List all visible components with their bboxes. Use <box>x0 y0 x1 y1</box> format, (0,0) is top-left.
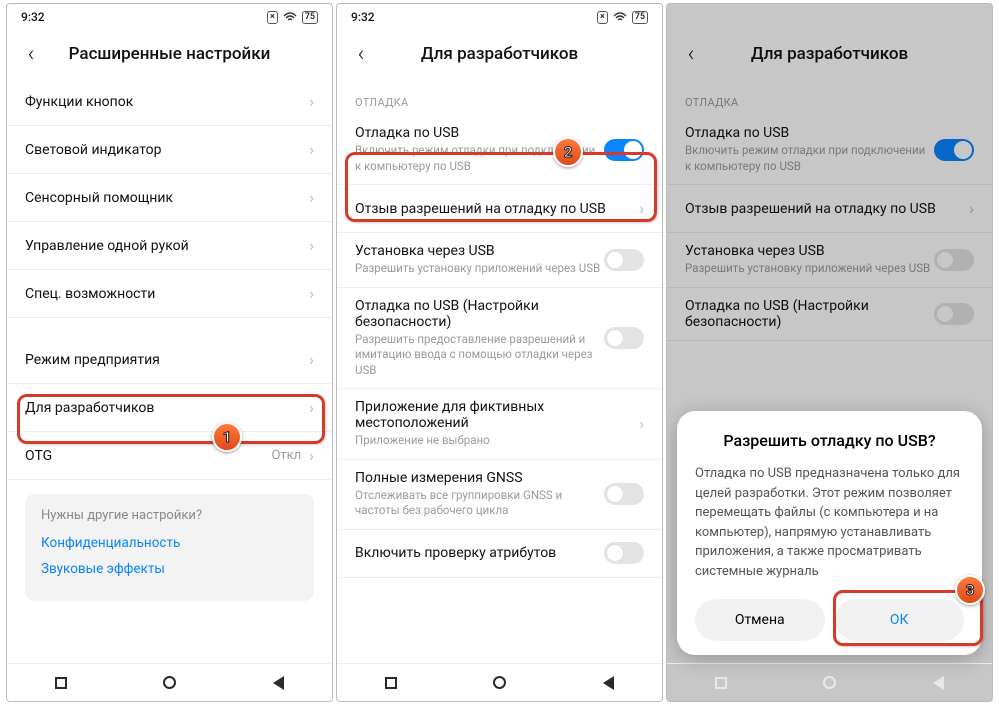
content: ОТЛАДКА Отладка по USBВключить режим отл… <box>337 78 662 663</box>
chevron-right-icon: › <box>309 446 314 465</box>
status-right: × 75 <box>267 11 318 24</box>
home-icon[interactable] <box>163 676 176 689</box>
toggle-usb-debug[interactable] <box>934 139 974 161</box>
row-onehand[interactable]: Управление одной рукой› <box>7 222 332 270</box>
back-nav-icon[interactable] <box>933 676 944 690</box>
wifi-icon <box>613 12 627 22</box>
nav-bar <box>667 663 992 701</box>
section-debug: ОТЛАДКА <box>667 78 992 115</box>
title-bar: ‹ Расширенные настройки <box>7 30 332 78</box>
phone-2: 9:32 × 75 ‹ Для разработчиков ОТЛАДКА От… <box>336 3 663 702</box>
toggle-install-usb[interactable] <box>604 249 644 271</box>
recent-icon[interactable] <box>55 677 67 689</box>
status-bar: 9:32 × 75 <box>667 4 992 30</box>
nav-bar <box>337 663 662 701</box>
toggle-gnss[interactable] <box>604 483 644 505</box>
row-gnss[interactable]: Полные измерения GNSSОтслеживать все гру… <box>337 460 662 530</box>
battery-pill: 75 <box>962 11 978 24</box>
row-touch-assist[interactable]: Сенсорный помощник› <box>7 174 332 222</box>
phone-3: 9:32 × 75 ‹ Для разработчиков ОТЛАДКА От… <box>666 3 993 702</box>
row-otg[interactable]: OTGОткл› <box>7 432 332 480</box>
chevron-right-icon: › <box>309 236 314 255</box>
chevron-right-icon: › <box>969 199 974 218</box>
toggle-usb-security[interactable] <box>604 327 644 349</box>
home-icon[interactable] <box>493 676 506 689</box>
battery-pill: 75 <box>632 11 648 24</box>
section-debug: ОТЛАДКА <box>337 78 662 115</box>
dialog-title: Разрешить отладку по USB? <box>695 431 964 450</box>
row-attrib-check[interactable]: Включить проверку атрибутов <box>337 530 662 578</box>
back-nav-icon[interactable] <box>603 676 614 690</box>
recent-icon[interactable] <box>385 677 397 689</box>
link-privacy[interactable]: Конфиденциальность <box>41 535 298 551</box>
chevron-right-icon: › <box>309 92 314 111</box>
row-developer-options[interactable]: Для разработчиков› <box>7 384 332 432</box>
content: Функции кнопок› Световой индикатор› Сенс… <box>7 78 332 663</box>
row-enterprise[interactable]: Режим предприятия› <box>7 336 332 384</box>
row-mock-location[interactable]: Приложение для фиктивных местоположенийП… <box>337 389 662 460</box>
status-time: 9:32 <box>351 10 375 24</box>
chevron-right-icon: › <box>639 199 644 218</box>
recent-icon[interactable] <box>715 677 727 689</box>
chevron-right-icon: › <box>309 188 314 207</box>
toggle-usb-security[interactable] <box>934 303 974 325</box>
chevron-right-icon: › <box>639 414 644 433</box>
x-icon: × <box>597 11 608 24</box>
row-led[interactable]: Световой индикатор› <box>7 126 332 174</box>
wifi-icon <box>943 12 957 22</box>
battery-pill: 75 <box>302 11 318 24</box>
usb-debug-dialog: Разрешить отладку по USB? Отладка по USB… <box>677 411 982 655</box>
wifi-icon <box>283 12 297 22</box>
phone-1: 9:32 × 75 ‹ Расширенные настройки Функци… <box>6 3 333 702</box>
back-nav-icon[interactable] <box>273 676 284 690</box>
page-title: Для разработчиков <box>677 44 982 64</box>
row-usb-debug[interactable]: Отладка по USBВключить режим отладки при… <box>337 115 662 185</box>
status-right: × 75 <box>927 11 978 24</box>
status-time: 9:32 <box>21 10 45 24</box>
row-revoke-usb[interactable]: Отзыв разрешений на отладку по USB› <box>667 185 992 233</box>
row-usb-debug[interactable]: Отладка по USBВключить режим отладки при… <box>667 115 992 185</box>
dialog-body: Отладка по USB предназначена только для … <box>695 464 964 581</box>
nav-bar <box>7 663 332 701</box>
row-revoke-usb[interactable]: Отзыв разрешений на отладку по USB› <box>337 185 662 233</box>
home-icon[interactable] <box>823 676 836 689</box>
row-buttons[interactable]: Функции кнопок› <box>7 78 332 126</box>
cancel-button[interactable]: Отмена <box>695 599 825 641</box>
badge-2: 2 <box>553 137 583 167</box>
title-bar: ‹ Для разработчиков <box>337 30 662 78</box>
toggle-usb-debug[interactable] <box>604 139 644 161</box>
badge-1: 1 <box>212 422 242 452</box>
ok-button[interactable]: ОК <box>835 599 965 641</box>
row-usb-security[interactable]: Отладка по USB (Настройки безопасности)Р… <box>337 288 662 390</box>
page-title: Для разработчиков <box>347 44 652 64</box>
status-time: 9:32 <box>681 10 705 24</box>
chevron-right-icon: › <box>309 140 314 159</box>
row-install-usb[interactable]: Установка через USBРазрешить установку п… <box>667 233 992 288</box>
tip-question: Нужны другие настройки? <box>41 508 298 523</box>
title-bar: ‹ Для разработчиков <box>667 30 992 78</box>
page-title: Расширенные настройки <box>17 44 322 64</box>
chevron-right-icon: › <box>309 398 314 417</box>
status-bar: 9:32 × 75 <box>337 4 662 30</box>
row-install-usb[interactable]: Установка через USBРазрешить установку п… <box>337 233 662 288</box>
status-right: × 75 <box>597 11 648 24</box>
x-icon: × <box>927 11 938 24</box>
chevron-right-icon: › <box>309 284 314 303</box>
tip-card: Нужны другие настройки? Конфиденциальнос… <box>25 494 314 601</box>
status-bar: 9:32 × 75 <box>7 4 332 30</box>
toggle-install-usb[interactable] <box>934 249 974 271</box>
row-accessibility[interactable]: Спец. возможности› <box>7 270 332 318</box>
badge-3: 3 <box>955 575 985 605</box>
row-usb-security[interactable]: Отладка по USB (Настройки безопасности) <box>667 288 992 341</box>
toggle-attrib[interactable] <box>604 542 644 564</box>
x-icon: × <box>267 11 278 24</box>
chevron-right-icon: › <box>309 350 314 369</box>
link-sound[interactable]: Звуковые эффекты <box>41 561 298 577</box>
